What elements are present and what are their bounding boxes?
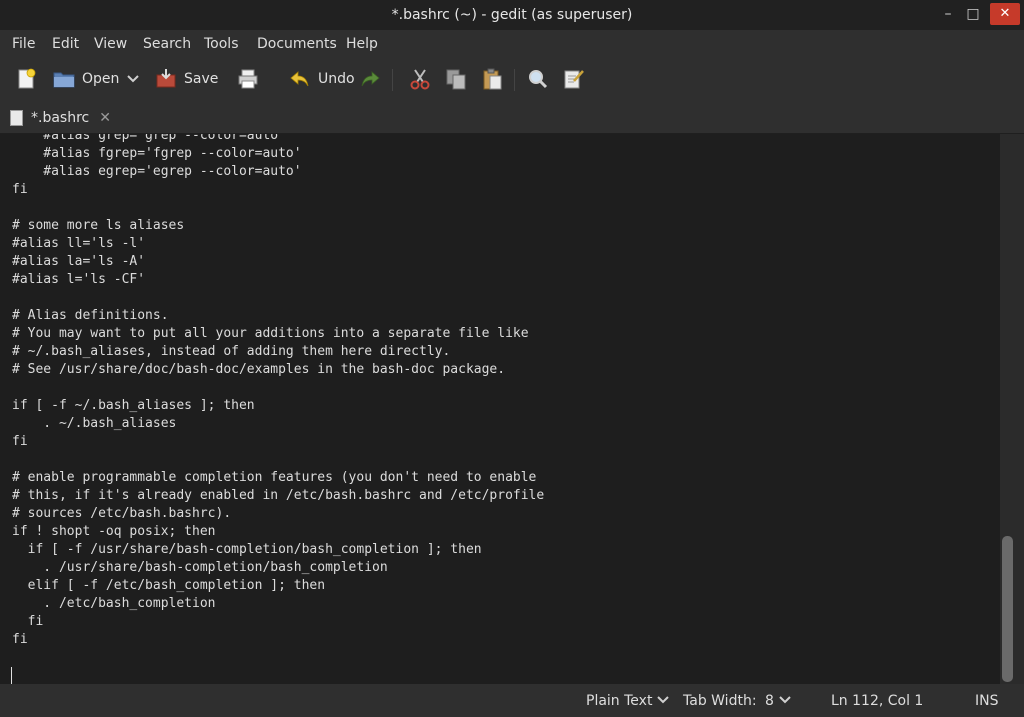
document-icon — [10, 110, 23, 126]
code-line: #alias egrep='egrep --color=auto' — [12, 164, 302, 179]
code-line: # sources /etc/bash.bashrc). — [12, 506, 232, 521]
menu-help[interactable]: Help — [346, 34, 378, 54]
window-title: *.bashrc (~) - gedit (as superuser) — [391, 7, 633, 23]
text-cursor — [11, 667, 12, 684]
code-line: if [ -f /usr/share/bash-completion/bash_… — [12, 542, 482, 557]
code-line: #alias fgrep='fgrep --color=auto' — [12, 146, 302, 161]
code-line: #alias ll='ls -l' — [12, 236, 146, 251]
text-editor[interactable]: #alias grep='grep --color=auto' #alias f… — [0, 134, 1000, 684]
tab-bar: *.bashrc ✕ — [0, 103, 1024, 134]
undo-label: Undo — [318, 71, 355, 87]
folder-icon — [53, 72, 75, 88]
code-line: . ~/.bash_aliases — [12, 416, 177, 431]
tab-bashrc[interactable]: *.bashrc ✕ — [6, 105, 118, 131]
chevron-down-icon — [779, 696, 791, 704]
code-line: # You may want to put all your additions… — [12, 326, 529, 341]
code-line: #alias l='ls -CF' — [12, 272, 146, 287]
code-line: fi — [12, 614, 44, 629]
search-icon — [529, 70, 548, 89]
redo-button[interactable] — [358, 63, 382, 95]
menu-tools[interactable]: Tools — [204, 34, 239, 54]
tab-label: *.bashrc — [31, 110, 90, 126]
maximize-button[interactable]: □ — [963, 3, 983, 25]
paste-button[interactable] — [480, 63, 504, 95]
code-line: # ~/.bash_aliases, instead of adding the… — [12, 344, 451, 359]
open-button[interactable]: Open — [52, 63, 119, 95]
close-window-button[interactable]: ✕ — [990, 3, 1020, 25]
new-document-button[interactable] — [14, 63, 38, 95]
language-selector[interactable]: Plain Text — [586, 692, 670, 710]
tab-width-selector[interactable]: Tab Width: 8 — [683, 692, 791, 710]
chevron-down-icon — [127, 75, 139, 83]
menu-bar: File Edit View Search Tools Documents He… — [0, 30, 1024, 56]
code-line: . /etc/bash_completion — [12, 596, 216, 611]
toolbar: Open Save Undo — [0, 57, 1024, 102]
copy-button[interactable] — [444, 63, 468, 95]
toolbar-separator — [514, 69, 515, 91]
gedit-window: *.bashrc (~) - gedit (as superuser) – □ … — [0, 0, 1024, 717]
code-line: #alias grep='grep --color=auto' — [12, 134, 286, 143]
cursor-position: Ln 112, Col 1 — [831, 693, 924, 709]
find-replace-icon — [564, 70, 584, 89]
menu-edit[interactable]: Edit — [52, 34, 79, 54]
tab-width-value: 8 — [765, 693, 774, 709]
code-line: #alias la='ls -A' — [12, 254, 146, 269]
code-line: if [ -f ~/.bash_aliases ]; then — [12, 398, 255, 413]
menu-file[interactable]: File — [12, 34, 35, 54]
find-button[interactable] — [526, 63, 550, 95]
code-line: # See /usr/share/doc/bash-doc/examples i… — [12, 362, 506, 377]
close-tab-icon[interactable]: ✕ — [99, 110, 111, 126]
print-button[interactable] — [236, 63, 260, 95]
menu-view[interactable]: View — [94, 34, 127, 54]
undo-icon — [290, 71, 309, 87]
code-line: # enable programmable completion feature… — [12, 470, 537, 485]
language-label: Plain Text — [586, 693, 653, 709]
print-icon — [238, 69, 258, 89]
new-document-icon — [18, 68, 36, 89]
paste-icon — [483, 68, 502, 90]
save-icon — [156, 69, 176, 88]
minimize-button[interactable]: – — [938, 3, 958, 25]
code-line: fi — [12, 632, 28, 647]
status-bar: Plain Text Tab Width: 8 Ln 112, Col 1 IN… — [0, 684, 1024, 717]
title-bar: *.bashrc (~) - gedit (as superuser) – □ … — [0, 0, 1024, 30]
undo-button[interactable]: Undo — [288, 63, 355, 95]
menu-documents[interactable]: Documents — [257, 34, 337, 54]
insert-mode: INS — [975, 693, 999, 709]
code-line: . /usr/share/bash-completion/bash_comple… — [12, 560, 388, 575]
code-line: elif [ -f /etc/bash_completion ]; then — [12, 578, 326, 593]
open-label: Open — [82, 71, 120, 87]
toolbar-separator — [392, 69, 393, 91]
save-button[interactable]: Save — [154, 63, 218, 95]
code-line: if ! shopt -oq posix; then — [12, 524, 216, 539]
tab-width-label: Tab Width: — [683, 693, 757, 709]
scrollbar-thumb[interactable] — [1002, 536, 1013, 682]
code-line: # Alias definitions. — [12, 308, 169, 323]
code-line: # some more ls aliases — [12, 218, 185, 233]
chevron-down-icon — [657, 696, 670, 704]
code-content: #alias grep='grep --color=auto' #alias f… — [12, 134, 544, 684]
code-line: fi — [12, 434, 28, 449]
cut-icon — [410, 69, 430, 90]
redo-icon — [361, 71, 380, 87]
cut-button[interactable] — [408, 63, 432, 95]
open-dropdown-button[interactable] — [126, 63, 140, 95]
save-label: Save — [184, 71, 219, 87]
find-replace-button[interactable] — [562, 63, 586, 95]
code-line: # this, if it's already enabled in /etc/… — [12, 488, 545, 503]
code-line: fi — [12, 182, 28, 197]
menu-search[interactable]: Search — [143, 34, 191, 54]
copy-icon — [446, 69, 466, 90]
